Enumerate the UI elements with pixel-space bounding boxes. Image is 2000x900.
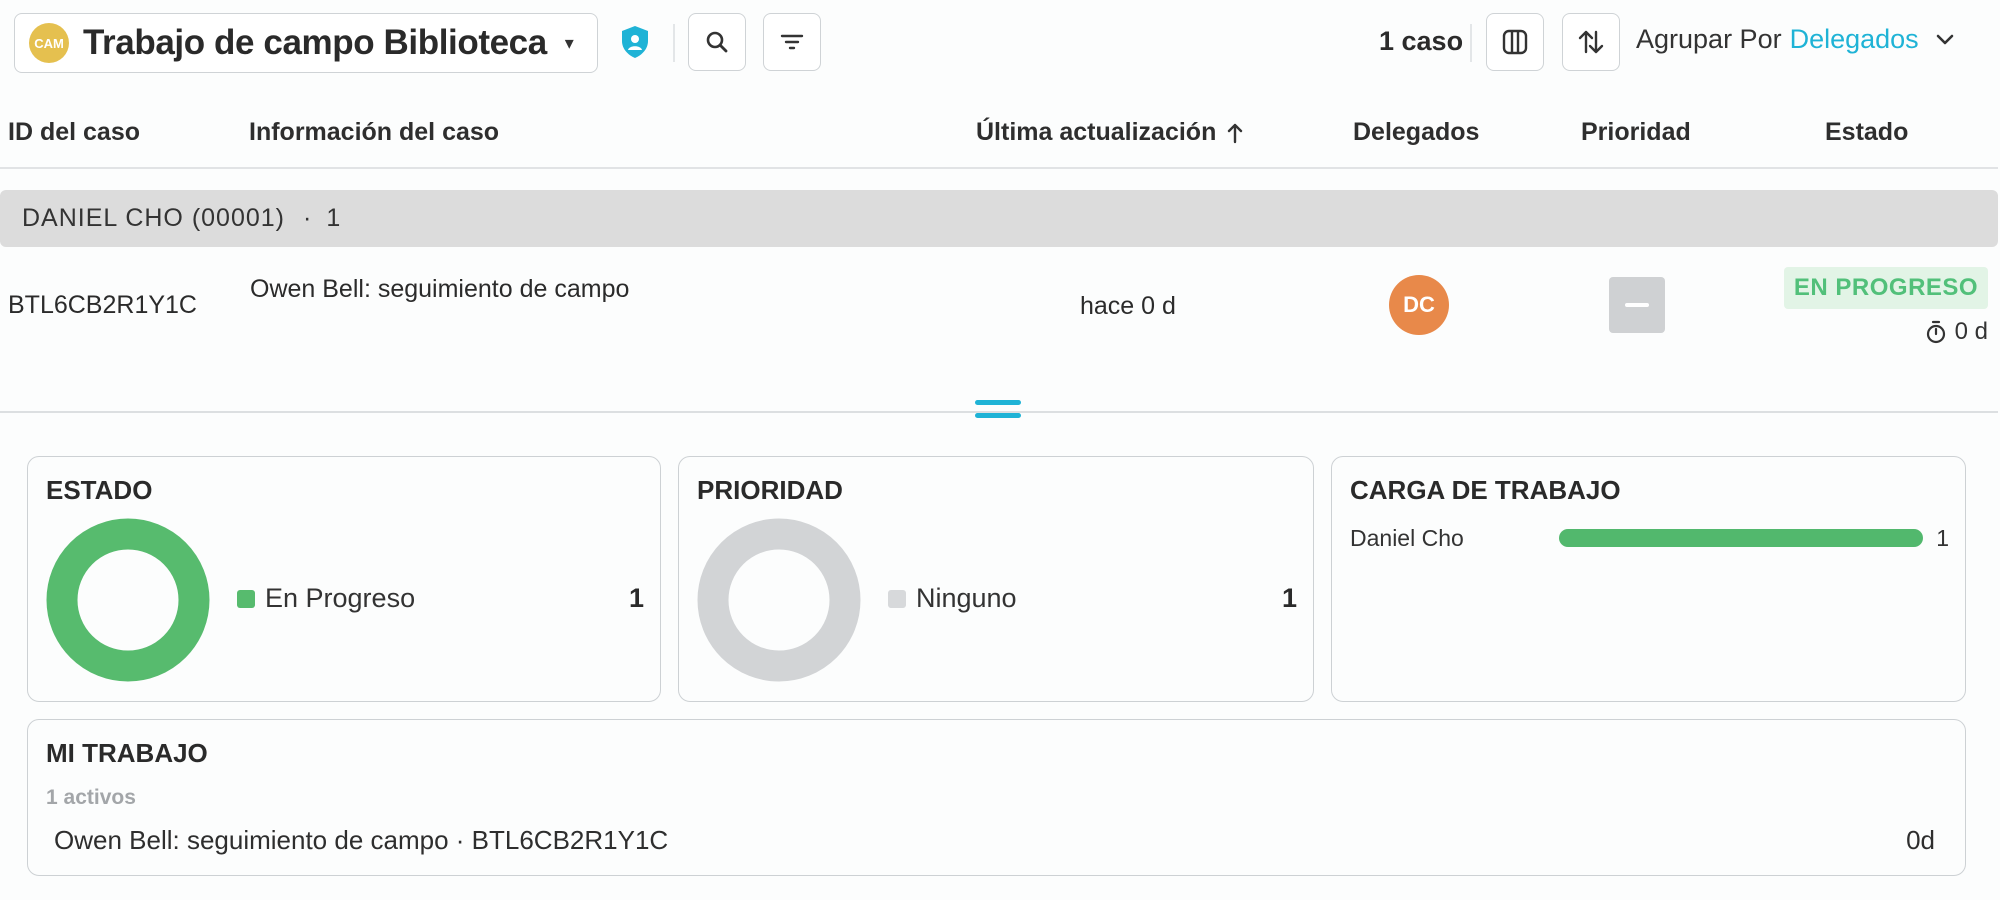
table-row[interactable] [0, 250, 1998, 400]
workload-card: CARGA DE TRABAJO Daniel Cho 1 [1331, 456, 1966, 702]
priority-donut-chart[interactable] [697, 518, 861, 682]
timer-value: 0 d [1954, 318, 1988, 345]
legend-swatch [237, 589, 255, 608]
case-info[interactable]: Owen Bell: seguimiento de campo [250, 275, 629, 304]
filter-button[interactable] [763, 13, 821, 71]
status-card: ESTADO En Progreso 1 [27, 456, 661, 702]
column-header-assignees[interactable]: Delegados [1353, 118, 1479, 147]
my-work-subtitle: 1 activos [46, 786, 136, 809]
status-legend-item[interactable]: En Progreso [237, 583, 415, 614]
my-work-item-age: 0d [1906, 825, 1935, 855]
resize-handle[interactable] [975, 400, 1021, 426]
search-icon [706, 31, 728, 53]
priority-card: PRIORIDAD Ninguno 1 [678, 456, 1314, 702]
legend-swatch [888, 589, 906, 608]
my-work-card: MI TRABAJO 1 activos Owen Bell: seguimie… [27, 719, 1966, 876]
elapsed-timer: 0 d [1925, 318, 1988, 346]
stopwatch-icon [1926, 320, 1945, 344]
case-id[interactable]: BTL6CB2R1Y1C [8, 291, 197, 320]
project-selector[interactable]: CAM Trabajo de campo Biblioteca ▾ [14, 13, 598, 73]
priority-legend-count: 1 [1281, 583, 1297, 613]
group-by-dropdown[interactable]: Agrupar Por Delegados [1636, 24, 1957, 55]
status-card-title: ESTADO [46, 475, 153, 505]
priority-legend-label: Ninguno [916, 583, 1017, 613]
shield-icon[interactable] [620, 25, 650, 59]
header-divider [0, 167, 1998, 169]
column-header-priority[interactable]: Prioridad [1581, 118, 1691, 147]
status-donut-chart[interactable] [46, 518, 210, 682]
my-work-item[interactable]: Owen Bell: seguimiento de campo · BTL6CB… [54, 825, 668, 856]
toolbar-divider [1470, 24, 1472, 62]
handle-bar [975, 413, 1021, 418]
filter-icon [780, 34, 804, 50]
case-updated: hace 0 d [1080, 292, 1176, 320]
column-header-id[interactable]: ID del caso [8, 118, 140, 147]
workload-assignee-name[interactable]: Daniel Cho [1350, 525, 1464, 552]
workload-card-title: CARGA DE TRABAJO [1350, 475, 1621, 505]
column-header-updated-label: Última actualización [976, 118, 1217, 146]
workload-bar[interactable] [1559, 529, 1923, 547]
group-label: DANIEL CHO (00001) [22, 204, 285, 232]
priority-indicator[interactable] [1609, 277, 1665, 333]
chevron-down-icon [1936, 34, 1953, 44]
group-by-value: Delegados [1789, 24, 1919, 54]
group-by-label: Agrupar Por [1636, 24, 1782, 54]
status-legend-label: En Progreso [265, 583, 416, 613]
toolbar-divider [673, 24, 675, 62]
priority-legend-item[interactable]: Ninguno [888, 583, 1017, 614]
column-header-status[interactable]: Estado [1825, 118, 1908, 147]
my-work-title: MI TRABAJO [46, 738, 208, 768]
sort-button[interactable] [1562, 13, 1620, 71]
group-header[interactable]: DANIEL CHO (00001) · 1 [0, 190, 1998, 247]
group-separator: · [303, 204, 313, 232]
group-count: 1 [326, 204, 342, 232]
arrow-up-icon [1228, 123, 1243, 143]
status-legend-count: 1 [628, 583, 644, 613]
workload-count: 1 [1936, 525, 1949, 551]
assignee-avatar[interactable]: DC [1389, 275, 1449, 335]
case-count: 1 caso [1379, 26, 1464, 56]
caret-down-icon: ▾ [564, 32, 574, 53]
search-button[interactable] [688, 13, 746, 71]
handle-bar [975, 400, 1021, 405]
columns-button[interactable] [1486, 13, 1544, 71]
sort-arrows-icon [1578, 30, 1604, 54]
no-priority-dash-icon [1625, 303, 1649, 307]
column-header-updated[interactable]: Última actualización [976, 118, 1244, 147]
project-title: Trabajo de campo Biblioteca [83, 23, 547, 62]
columns-icon [1502, 29, 1528, 55]
status-donut-ring [46, 518, 210, 682]
project-avatar: CAM [29, 23, 69, 63]
column-header-info[interactable]: Información del caso [249, 118, 499, 147]
priority-card-title: PRIORIDAD [697, 475, 843, 505]
priority-donut-ring [697, 518, 861, 682]
status-badge[interactable]: EN PROGRESO [1784, 267, 1988, 309]
